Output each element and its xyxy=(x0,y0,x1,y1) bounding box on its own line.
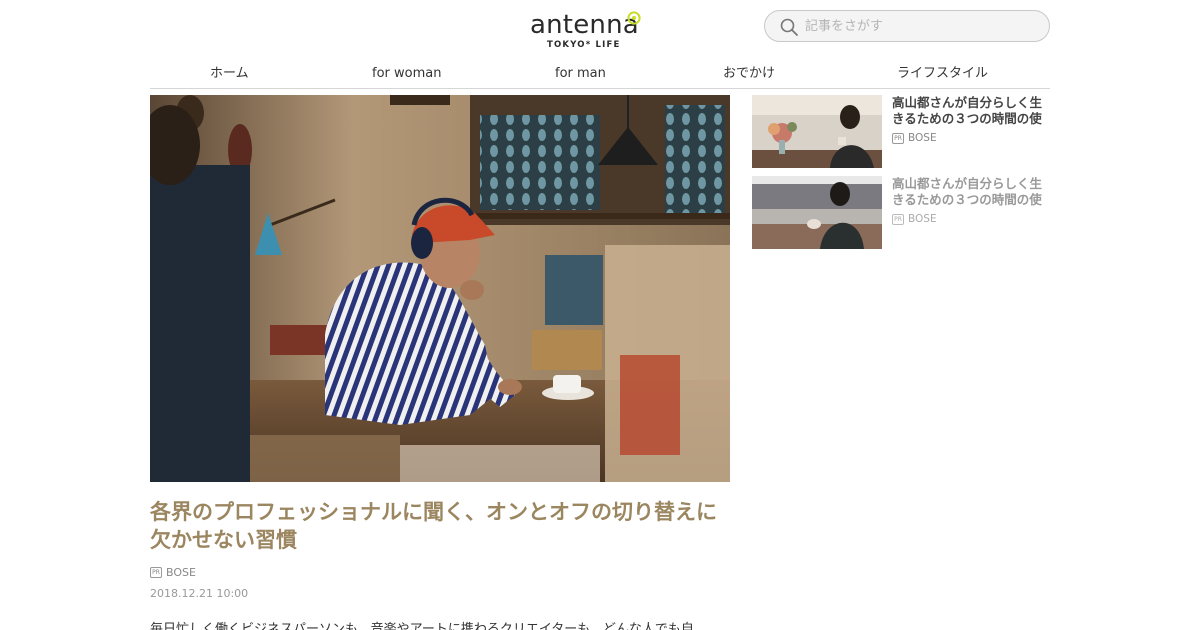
search-box[interactable] xyxy=(764,10,1050,42)
search-icon[interactable] xyxy=(779,17,799,37)
sidebar-thumbnail[interactable] xyxy=(752,95,882,168)
pr-badge: PR xyxy=(892,132,904,144)
nav-item-for-man[interactable]: for man xyxy=(555,65,606,83)
article-hero-image[interactable] xyxy=(150,95,730,482)
logo-tagline: TOKYO* LIFE xyxy=(547,40,621,50)
site-header: antenna TOKYO* LIFE xyxy=(0,0,1200,60)
article-date: 2018.12.21 10:00 xyxy=(150,587,249,600)
nav-item-odekake[interactable]: おでかけ xyxy=(723,65,775,83)
site-logo[interactable]: antenna TOKYO* LIFE xyxy=(530,10,642,52)
nav-item-for-woman[interactable]: for woman xyxy=(372,65,441,83)
article-lead: 毎日忙しく働くビジネスパーソンも、音楽やアートに携わるクリエイターも、どんな人で… xyxy=(150,622,694,630)
sidebar-article-card[interactable]: 高山都さんが自分らしく生きるための３つの時間の使 PR BOSE xyxy=(752,176,1050,249)
article-lead-text: 毎日忙しく働くビジネスパーソンも、音楽やアートに携わるクリエイターも、どんな人で… xyxy=(150,620,730,630)
logo-wordmark: antenna xyxy=(530,10,639,40)
search-input[interactable] xyxy=(805,15,1041,37)
sidebar-thumbnail[interactable] xyxy=(752,176,882,249)
sidebar-article-title[interactable]: 高山都さんが自分らしく生きるための３つの時間の使 xyxy=(892,176,1050,208)
sponsor-name: BOSE xyxy=(908,213,937,225)
sidebar-article-card[interactable]: 高山都さんが自分らしく生きるための３つの時間の使 PR BOSE xyxy=(752,95,1050,168)
logo-flower-icon xyxy=(627,11,641,25)
article-title[interactable]: 各界のプロフェッショナルに聞く、オンとオフの切り替えに欠かせない習慣 xyxy=(150,498,730,554)
article-sponsor-row: PR BOSE xyxy=(150,565,196,579)
sidebar-sponsor-row: PR BOSE xyxy=(892,132,937,144)
pr-badge: PR xyxy=(892,213,904,225)
sidebar-article-title[interactable]: 高山都さんが自分らしく生きるための３つの時間の使 xyxy=(892,95,1050,127)
sponsor-name: BOSE xyxy=(166,565,196,579)
pr-badge: PR xyxy=(150,566,162,578)
sidebar-sponsor-row: PR BOSE xyxy=(892,213,937,225)
nav-item-lifestyle[interactable]: ライフスタイル xyxy=(897,65,988,83)
main-nav: ホーム for woman for man おでかけ ライフスタイル xyxy=(150,60,1050,89)
nav-item-home[interactable]: ホーム xyxy=(210,65,249,83)
sponsor-name: BOSE xyxy=(908,132,937,144)
